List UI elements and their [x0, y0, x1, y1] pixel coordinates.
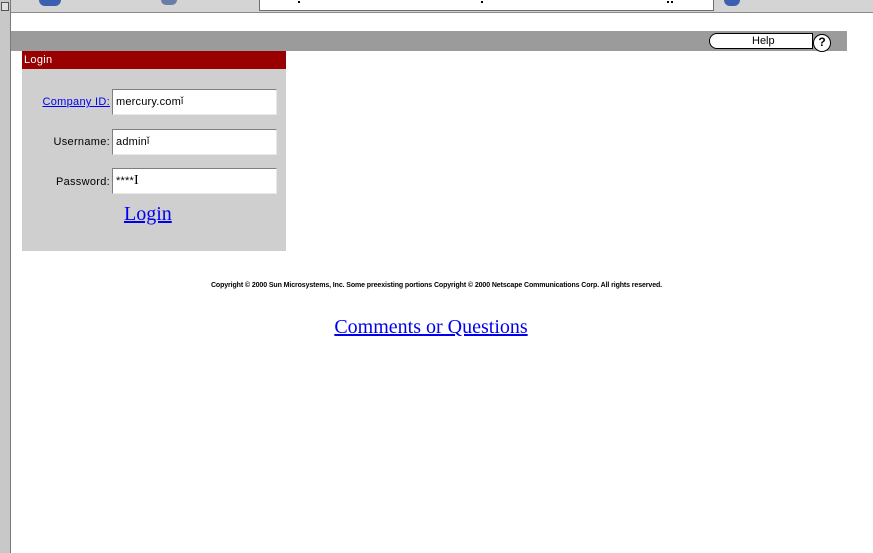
company-id-link[interactable]: Company ID:	[22, 96, 110, 108]
url-text-fragment	[481, 1, 483, 3]
text-cursor-icon: ǐ	[146, 136, 150, 147]
url-text-fragment	[298, 1, 300, 3]
username-value: admin	[116, 136, 147, 148]
login-panel-title: Login	[22, 51, 286, 69]
frame-grip-icon[interactable]	[1, 2, 9, 11]
password-label: Password:	[55, 176, 110, 188]
comments-questions-link-text[interactable]: Comments or Questions	[334, 316, 527, 338]
location-field[interactable]	[259, 0, 714, 11]
url-text-fragment	[671, 1, 673, 3]
company-id-value: mercury.com	[116, 96, 181, 108]
netscape-logo-icon	[724, 0, 740, 6]
login-button[interactable]: Login	[124, 203, 172, 226]
ibeam-cursor-icon: I	[133, 173, 139, 188]
login-panel: Login Company ID: mercury.comǐ Username:…	[22, 51, 286, 251]
username-field[interactable]: adminǐ	[112, 129, 277, 155]
copyright-text: Copyright © 2000 Sun Microsystems, Inc. …	[210, 282, 663, 289]
help-question-icon[interactable]: ?	[813, 34, 831, 52]
url-text-fragment	[667, 1, 669, 3]
company-id-field[interactable]: mercury.comǐ	[112, 89, 277, 115]
username-label: Username:	[53, 136, 110, 148]
password-field[interactable]: ****I	[112, 168, 277, 194]
password-value: ****	[116, 175, 134, 187]
comments-questions-link: Comments or Questions	[0, 316, 862, 339]
back-button-icon[interactable]	[39, 0, 61, 6]
help-label: Help	[752, 35, 775, 47]
forward-button-icon[interactable]	[161, 0, 177, 5]
header-bar: Help ?	[11, 31, 847, 52]
help-button[interactable]: Help ?	[709, 33, 831, 52]
browser-toolbar	[11, 0, 873, 13]
browser-frame-left	[0, 0, 11, 553]
text-cursor-icon: ǐ	[180, 96, 184, 107]
